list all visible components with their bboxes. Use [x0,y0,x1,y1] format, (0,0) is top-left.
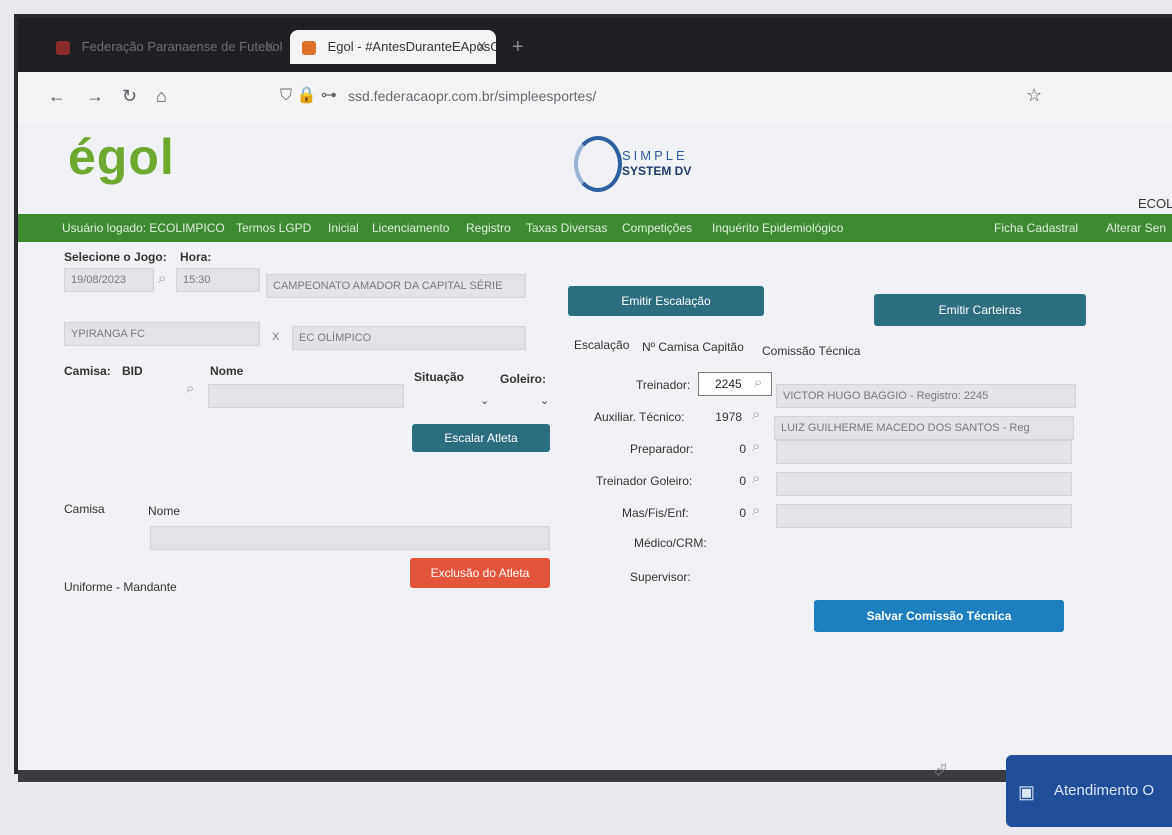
staff-role: Supervisor: [630,570,691,584]
egol-logo: égol [68,129,175,185]
escalar-atleta-button[interactable]: Escalar Atleta [412,424,550,452]
user-short: ECOL [1138,196,1172,211]
back-icon[interactable]: ← [48,86,66,107]
hour-field[interactable]: 15:30 [176,268,260,292]
tab-federacao[interactable]: Federação Paranaense de Futebol X [44,30,284,64]
new-tab-button[interactable]: + [512,36,524,59]
nav-ficha[interactable]: Ficha Cadastral [994,214,1078,242]
camisa2-label: Camisa [64,502,105,516]
home-icon[interactable]: ⌂ [156,86,167,107]
staff-code[interactable]: 0 [706,474,746,488]
browser-tab-bar: Federação Paranaense de Futebol X Egol -… [18,18,1172,72]
mouse-cursor-icon: ⮰ [934,762,947,779]
staff-name-field[interactable] [776,440,1072,464]
nav-registro[interactable]: Registro [466,214,511,242]
shield-icon[interactable]: ⛉ 🔒 ⊶ [280,85,337,105]
url-field[interactable]: ssd.federacaopr.com.br/simpleesportes/ [348,88,596,104]
nav-competicoes[interactable]: Competições [622,214,692,242]
nav-alterar[interactable]: Alterar Sen [1106,214,1166,242]
partner-line2: SYSTEM DV [622,164,692,178]
tab-camisa-capitao[interactable]: Nº Camisa Capitão [642,340,744,354]
date-field[interactable]: 19/08/2023 [64,268,154,292]
nav-taxas[interactable]: Taxas Diversas [526,214,607,242]
staff-name-field[interactable] [776,472,1072,496]
nav-licenciamento[interactable]: Licenciamento [372,214,449,242]
uniforme-label: Uniforme - Mandante [64,580,177,594]
bookmark-star-icon[interactable]: ☆ [1026,85,1042,106]
bid-label: BID [122,364,143,378]
partner-line1: SIMPLE [622,148,688,163]
competition-field[interactable]: CAMPEONATO AMADOR DA CAPITAL SÉRIE [266,274,526,298]
tab-escalacao[interactable]: Escalação [574,338,629,352]
staff-name-field[interactable] [776,504,1072,528]
search-icon[interactable]: ⌕ [752,438,760,455]
emitir-carteiras-button[interactable]: Emitir Carteiras [874,294,1086,326]
search-icon[interactable]: ⌕ [752,470,760,487]
reload-icon[interactable]: ↻ [122,86,137,107]
emitir-escalacao-button[interactable]: Emitir Escalação [568,286,764,316]
away-team-field[interactable]: EC OLÍMPICO [292,326,526,350]
tab-label: Federação Paranaense de Futebol [81,39,283,54]
search-icon[interactable]: ⌕ [752,406,760,423]
exclusao-atleta-button[interactable]: Exclusão do Atleta [410,558,550,588]
nome-label: Nome [210,364,244,378]
close-tab-icon[interactable]: X [265,30,274,64]
staff-name-field[interactable]: LUIZ GUILHERME MACEDO DOS SANTOS - Reg [774,416,1074,440]
staff-role: Auxiliar. Técnico: [594,410,685,424]
favicon-icon [56,40,70,55]
goleiro-label: Goleiro: [500,372,547,386]
situacao-label: Situação [414,370,465,384]
forward-icon[interactable]: → [86,86,104,107]
staff-role: Treinador Goleiro: [596,474,693,488]
lineup-list[interactable] [150,526,550,550]
nav-inquerito[interactable]: Inquérito Epidemiológico [712,214,843,242]
nav-termos[interactable]: Termos LGPD [236,214,311,242]
staff-role: Treinador: [636,378,691,392]
close-tab-icon[interactable]: X [477,30,486,64]
home-team-field[interactable]: YPIRANGA FC [64,322,260,346]
search-icon[interactable]: ⌕ [752,502,760,519]
monitor-screen: Federação Paranaense de Futebol X Egol -… [18,18,1172,770]
taskbar [18,770,1172,782]
staff-role: Mas/Fis/Enf: [622,506,689,520]
staff-code[interactable]: 0 [706,506,746,520]
chevron-down-icon[interactable]: ⌄ [540,394,549,407]
staff-name-field[interactable]: VICTOR HUGO BAGGIO - Registro: 2245 [776,384,1076,408]
tab-comissao-tecnica[interactable]: Comissão Técnica [762,344,860,358]
simple-system-logo-icon [574,136,622,192]
search-icon[interactable]: ⌕ [754,374,762,391]
tab-egol[interactable]: Egol - #AntesDuranteEAposOA X [290,30,496,64]
staff-code[interactable]: 0 [706,442,746,456]
tab-label: Egol - #AntesDuranteEAposOA [327,39,496,54]
favicon-icon [302,40,316,55]
nav-inicial[interactable]: Inicial [328,214,359,242]
camisa-label: Camisa: [64,364,111,378]
main-nav: Usuário logado: ECOLIMPICO Termos LGPD I… [18,214,1172,242]
vs-label: X [272,331,280,343]
staff-role: Médico/CRM: [634,536,707,550]
athlete-name-field[interactable] [208,384,404,408]
web-page: égol SIMPLE SYSTEM DV ECOL Usuário logad… [18,124,1172,770]
nome2-label: Nome [148,504,181,518]
search-icon[interactable]: ⌕ [158,270,166,287]
chevron-down-icon[interactable]: ⌄ [480,394,489,407]
staff-code[interactable]: 1978 [702,410,742,424]
hour-label: Hora: [180,250,212,264]
search-icon[interactable]: ⌕ [186,380,194,397]
nav-user: Usuário logado: ECOLIMPICO [62,221,225,235]
photo-frame: Federação Paranaense de Futebol X Egol -… [0,0,1172,835]
address-bar-row: ← → ↻ ⌂ ⛉ 🔒 ⊶ ssd.federacaopr.com.br/sim… [18,72,1172,125]
select-game-label: Selecione o Jogo: [64,250,167,264]
chat-icon: ▣ [1018,782,1036,802]
salvar-comissao-button[interactable]: Salvar Comissão Técnica [814,600,1064,632]
staff-role: Preparador: [630,442,694,456]
